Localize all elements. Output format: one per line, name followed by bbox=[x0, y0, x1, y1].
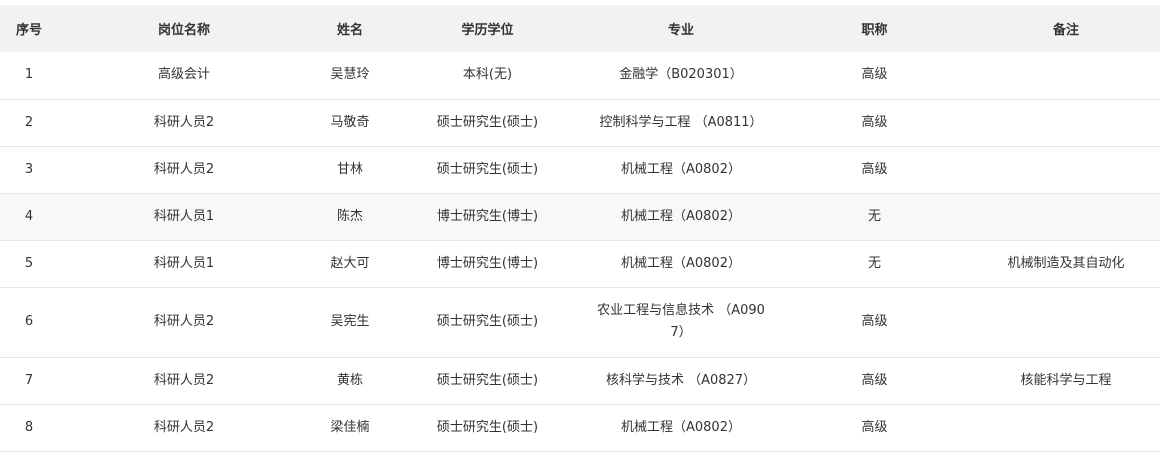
major-text: 机械工程（A0802） bbox=[621, 161, 741, 177]
cell-degree: 硕士研究生(硕士) bbox=[436, 161, 539, 177]
table-body: 1 高级会计 吴慧玲 本科(无) 金融学（B020301） 高级 2 科研人员2… bbox=[0, 52, 1160, 451]
cell-title: 高级 bbox=[861, 67, 888, 83]
cell-index: 1 bbox=[24, 67, 34, 83]
header-row: 序号 岗位名称 姓名 学历学位 专业 职称 备注 bbox=[0, 5, 1160, 52]
major-text: 核科学与技术 （A0827） bbox=[605, 372, 757, 388]
cell-position: 科研人员2 bbox=[153, 161, 215, 177]
cell-index: 8 bbox=[24, 419, 34, 435]
cell-degree: 本科(无) bbox=[462, 67, 513, 83]
header-title: 职称 bbox=[861, 23, 888, 38]
table-row: 8 科研人员2 梁佳楠 硕士研究生(硕士) 机械工程（A0802） 高级 bbox=[0, 404, 1160, 451]
header-note: 备注 bbox=[1052, 23, 1079, 38]
header-index: 序号 bbox=[15, 23, 42, 38]
header-major: 专业 bbox=[667, 23, 694, 38]
cell-note: 核能科学与工程 bbox=[1020, 372, 1112, 388]
cell-name: 吴慧玲 bbox=[330, 67, 370, 83]
cell-major: 机械工程（A0802） bbox=[585, 193, 777, 240]
header-name: 姓名 bbox=[336, 23, 363, 38]
cell-position: 科研人员1 bbox=[153, 255, 215, 271]
cell-index: 4 bbox=[24, 208, 34, 224]
cell-degree: 硕士研究生(硕士) bbox=[436, 419, 539, 435]
cell-name: 马敬奇 bbox=[330, 114, 370, 130]
cell-title: 无 bbox=[867, 255, 881, 271]
cell-major: 农业工程与信息技术 （A0907） bbox=[585, 287, 777, 357]
table-row: 5 科研人员1 赵大可 博士研究生(博士) 机械工程（A0802） 无 机械制造… bbox=[0, 240, 1160, 287]
table-row-highlighted: 4 科研人员1 陈杰 博士研究生(博士) 机械工程（A0802） 无 bbox=[0, 193, 1160, 240]
cell-position: 科研人员2 bbox=[153, 314, 215, 329]
cell-position: 高级会计 bbox=[157, 67, 210, 83]
cell-major: 金融学（B020301） bbox=[585, 52, 777, 99]
cell-degree: 博士研究生(博士) bbox=[436, 208, 539, 224]
cell-index: 3 bbox=[24, 161, 34, 177]
cell-title: 高级 bbox=[861, 419, 888, 435]
cell-title: 高级 bbox=[861, 372, 888, 388]
major-text: 机械工程（A0802） bbox=[621, 255, 741, 271]
table-row: 7 科研人员2 黄栋 硕士研究生(硕士) 核科学与技术 （A0827） 高级 核… bbox=[0, 357, 1160, 404]
table-row: 6 科研人员2 吴宪生 硕士研究生(硕士) 农业工程与信息技术 （A0907） … bbox=[0, 287, 1160, 357]
table-header: 序号 岗位名称 姓名 学历学位 专业 职称 备注 bbox=[0, 5, 1160, 52]
cell-title: 高级 bbox=[861, 314, 888, 329]
cell-title: 高级 bbox=[861, 114, 888, 130]
major-text: 机械工程（A0802） bbox=[621, 208, 741, 224]
cell-position: 科研人员2 bbox=[153, 372, 215, 388]
cell-major: 机械工程（A0802） bbox=[585, 404, 777, 451]
cell-note bbox=[972, 99, 1160, 146]
cell-index: 7 bbox=[24, 372, 34, 388]
cell-index: 2 bbox=[24, 114, 34, 130]
table-row: 1 高级会计 吴慧玲 本科(无) 金融学（B020301） 高级 bbox=[0, 52, 1160, 99]
cell-major: 核科学与技术 （A0827） bbox=[585, 357, 777, 404]
major-text: 控制科学与工程 （A0811） bbox=[599, 114, 763, 130]
cell-degree: 硕士研究生(硕士) bbox=[436, 114, 539, 130]
cell-major: 控制科学与工程 （A0811） bbox=[585, 99, 777, 146]
header-degree: 学历学位 bbox=[461, 23, 514, 38]
cell-name: 甘林 bbox=[336, 161, 363, 177]
cell-index: 5 bbox=[24, 255, 34, 271]
cell-position: 科研人员2 bbox=[153, 114, 215, 130]
cell-index: 6 bbox=[24, 314, 34, 329]
cell-note bbox=[972, 193, 1160, 240]
cell-degree: 硕士研究生(硕士) bbox=[436, 314, 539, 329]
cell-title: 无 bbox=[867, 208, 881, 224]
cell-position: 科研人员2 bbox=[153, 419, 215, 435]
major-text: 金融学（B020301） bbox=[619, 67, 743, 83]
cell-name: 赵大可 bbox=[330, 255, 370, 271]
cell-note: 机械制造及其自动化 bbox=[1007, 255, 1125, 271]
cell-name: 梁佳楠 bbox=[330, 419, 370, 435]
cell-note bbox=[972, 404, 1160, 451]
cell-note bbox=[972, 146, 1160, 193]
major-text: 农业工程与信息技术 （A0907） bbox=[597, 303, 765, 340]
cell-major: 机械工程（A0802） bbox=[585, 146, 777, 193]
cell-name: 陈杰 bbox=[336, 208, 363, 224]
table-container: 序号 岗位名称 姓名 学历学位 专业 职称 备注 1 高级会计 吴慧玲 本科(无… bbox=[0, 0, 1160, 452]
cell-degree: 博士研究生(博士) bbox=[436, 255, 539, 271]
cell-note bbox=[972, 52, 1160, 99]
table-row: 3 科研人员2 甘林 硕士研究生(硕士) 机械工程（A0802） 高级 bbox=[0, 146, 1160, 193]
cell-degree: 硕士研究生(硕士) bbox=[436, 372, 539, 388]
cell-position: 科研人员1 bbox=[153, 208, 215, 224]
cell-name: 吴宪生 bbox=[330, 314, 370, 329]
major-text: 机械工程（A0802） bbox=[621, 419, 741, 435]
personnel-table: 序号 岗位名称 姓名 学历学位 专业 职称 备注 1 高级会计 吴慧玲 本科(无… bbox=[0, 5, 1160, 452]
cell-title: 高级 bbox=[861, 161, 888, 177]
header-position: 岗位名称 bbox=[157, 23, 210, 38]
table-row: 2 科研人员2 马敬奇 硕士研究生(硕士) 控制科学与工程 （A0811） 高级 bbox=[0, 99, 1160, 146]
cell-name: 黄栋 bbox=[336, 372, 363, 388]
cell-note bbox=[972, 287, 1160, 357]
cell-major: 机械工程（A0802） bbox=[585, 240, 777, 287]
